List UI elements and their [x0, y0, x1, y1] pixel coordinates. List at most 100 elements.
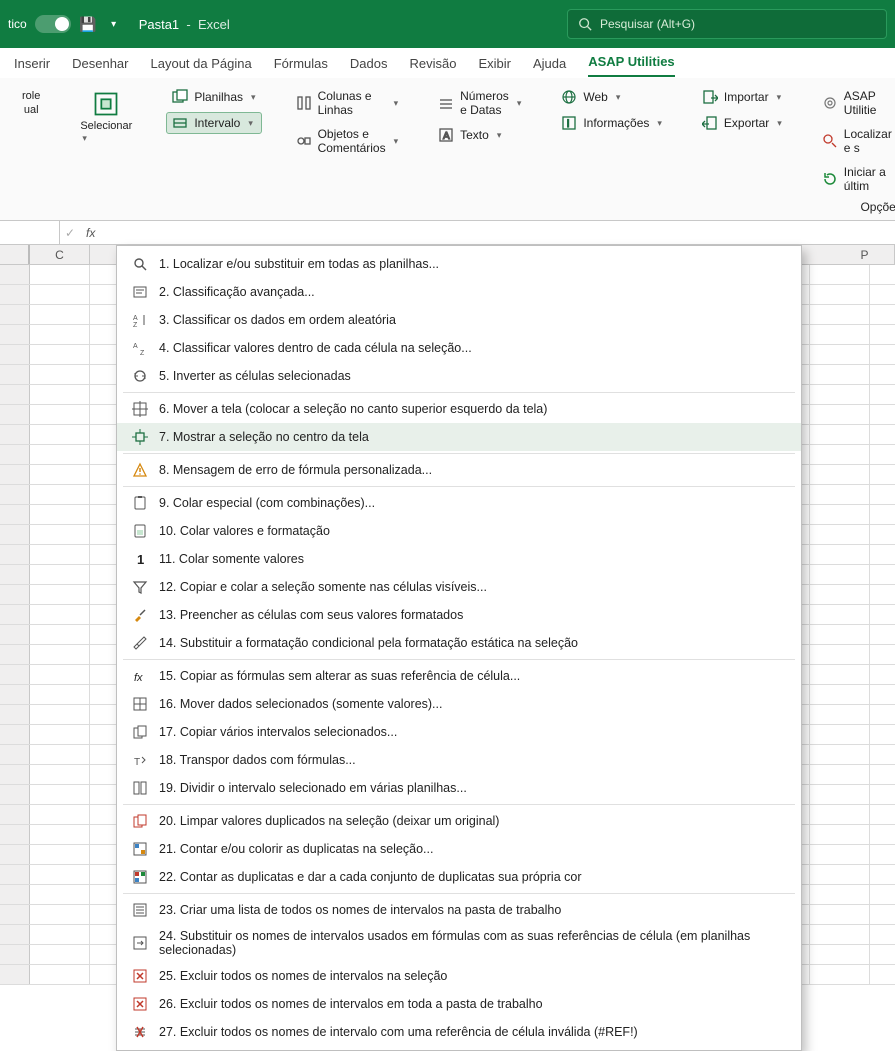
cell[interactable] [30, 685, 90, 704]
intervalo-menu[interactable]: 1. Localizar e/ou substituir em todas as… [116, 245, 802, 1051]
menu-item[interactable]: 20. Limpar valores duplicados na seleção… [117, 807, 801, 835]
cell[interactable] [810, 785, 870, 804]
menu-item[interactable]: 22. Contar as duplicatas e dar a cada co… [117, 863, 801, 891]
cell[interactable] [30, 765, 90, 784]
cell[interactable] [810, 725, 870, 744]
menu-item[interactable]: 25. Excluir todos os nomes de intervalos… [117, 962, 801, 990]
row-header[interactable] [0, 305, 30, 324]
cell[interactable] [30, 665, 90, 684]
cell[interactable] [810, 665, 870, 684]
cell[interactable] [810, 525, 870, 544]
search-box[interactable]: Pesquisar (Alt+G) [567, 9, 887, 39]
colunas-button[interactable]: Colunas e Linhas▾ [290, 86, 405, 120]
cell[interactable] [30, 865, 90, 884]
row-header[interactable] [0, 405, 30, 424]
toggle-switch[interactable] [35, 15, 71, 33]
cell[interactable] [30, 505, 90, 524]
tab-layout-da-página[interactable]: Layout da Página [151, 50, 252, 77]
row-header[interactable] [0, 865, 30, 884]
cell[interactable] [810, 965, 870, 984]
texto-button[interactable]: A Texto▾ [432, 124, 527, 146]
menu-item[interactable]: 7. Mostrar a seleção no centro da tela [117, 423, 801, 451]
row-header[interactable] [0, 825, 30, 844]
menu-item[interactable]: 9. Colar especial (com combinações)... [117, 489, 801, 517]
cell[interactable] [30, 705, 90, 724]
tab-asap-utilities[interactable]: ASAP Utilities [588, 48, 674, 77]
cell[interactable] [810, 405, 870, 424]
iniciar-button[interactable]: Iniciar a últim [816, 162, 895, 196]
cell[interactable] [810, 585, 870, 604]
cell[interactable] [810, 825, 870, 844]
cell[interactable] [810, 685, 870, 704]
fx-icon[interactable]: fx [80, 226, 101, 240]
cell[interactable] [810, 425, 870, 444]
row-header[interactable] [0, 905, 30, 924]
cell[interactable] [30, 485, 90, 504]
cell[interactable] [30, 825, 90, 844]
cell[interactable] [810, 805, 870, 824]
cell[interactable] [810, 565, 870, 584]
cell[interactable] [810, 285, 870, 304]
cell[interactable] [810, 605, 870, 624]
cell[interactable] [810, 865, 870, 884]
row-header[interactable] [0, 345, 30, 364]
menu-item[interactable]: 10. Colar valores e formatação [117, 517, 801, 545]
menu-item[interactable]: AZ3. Classificar os dados em ordem aleat… [117, 306, 801, 334]
cell[interactable] [30, 285, 90, 304]
menu-item[interactable]: 27. Excluir todos os nomes de intervalo … [117, 1018, 801, 1046]
row-header[interactable] [0, 485, 30, 504]
cell[interactable] [30, 785, 90, 804]
menu-item[interactable]: 14. Substituir a formatação condicional … [117, 629, 801, 657]
row-header[interactable] [0, 645, 30, 664]
cell[interactable] [30, 945, 90, 964]
cell[interactable] [30, 605, 90, 624]
menu-item[interactable]: 21. Contar e/ou colorir as duplicatas na… [117, 835, 801, 863]
cell[interactable] [30, 385, 90, 404]
cell[interactable] [810, 705, 870, 724]
row-header[interactable] [0, 765, 30, 784]
row-header[interactable] [0, 725, 30, 744]
menu-item[interactable]: 8. Mensagem de erro de fórmula personali… [117, 456, 801, 484]
menu-item[interactable]: fx15. Copiar as fórmulas sem alterar as … [117, 662, 801, 690]
row-header[interactable] [0, 445, 30, 464]
web-button[interactable]: Web▾ [555, 86, 668, 108]
menu-item[interactable]: 2. Classificação avançada... [117, 278, 801, 306]
row-header[interactable] [0, 365, 30, 384]
cell[interactable] [810, 325, 870, 344]
cell[interactable] [810, 645, 870, 664]
row-header[interactable] [0, 525, 30, 544]
menu-item[interactable]: 24. Substituir os nomes de intervalos us… [117, 924, 801, 962]
row-header[interactable] [0, 465, 30, 484]
row-header[interactable] [0, 805, 30, 824]
row-header[interactable] [0, 705, 30, 724]
fx-check-icon[interactable]: ✓ [60, 226, 80, 240]
cell[interactable] [30, 625, 90, 644]
row-header[interactable] [0, 585, 30, 604]
row-header[interactable] [0, 505, 30, 524]
cell[interactable] [30, 325, 90, 344]
cell[interactable] [30, 405, 90, 424]
intervalo-button[interactable]: Intervalo▾ [166, 112, 261, 134]
cell[interactable] [30, 805, 90, 824]
selecionar-button[interactable]: Selecionar▾ [74, 86, 138, 148]
cell[interactable] [30, 365, 90, 384]
cell[interactable] [810, 545, 870, 564]
exportar-button[interactable]: Exportar▾ [696, 112, 788, 134]
cell[interactable] [810, 465, 870, 484]
menu-item[interactable]: 26. Excluir todos os nomes de intervalos… [117, 990, 801, 1018]
numeros-button[interactable]: Números e Datas▾ [432, 86, 527, 120]
cell[interactable] [30, 465, 90, 484]
cell[interactable] [810, 505, 870, 524]
cell[interactable] [810, 625, 870, 644]
menu-item[interactable]: 23. Criar uma lista de todos os nomes de… [117, 896, 801, 924]
cell[interactable] [810, 345, 870, 364]
row-header[interactable] [0, 605, 30, 624]
cell[interactable] [30, 725, 90, 744]
cell[interactable] [30, 965, 90, 984]
menu-item[interactable]: AZ4. Classificar valores dentro de cada … [117, 334, 801, 362]
tab-dados[interactable]: Dados [350, 50, 388, 77]
row-header[interactable] [0, 285, 30, 304]
menu-item[interactable]: T18. Transpor dados com fórmulas... [117, 746, 801, 774]
row-header[interactable] [0, 265, 30, 284]
cell[interactable] [810, 905, 870, 924]
